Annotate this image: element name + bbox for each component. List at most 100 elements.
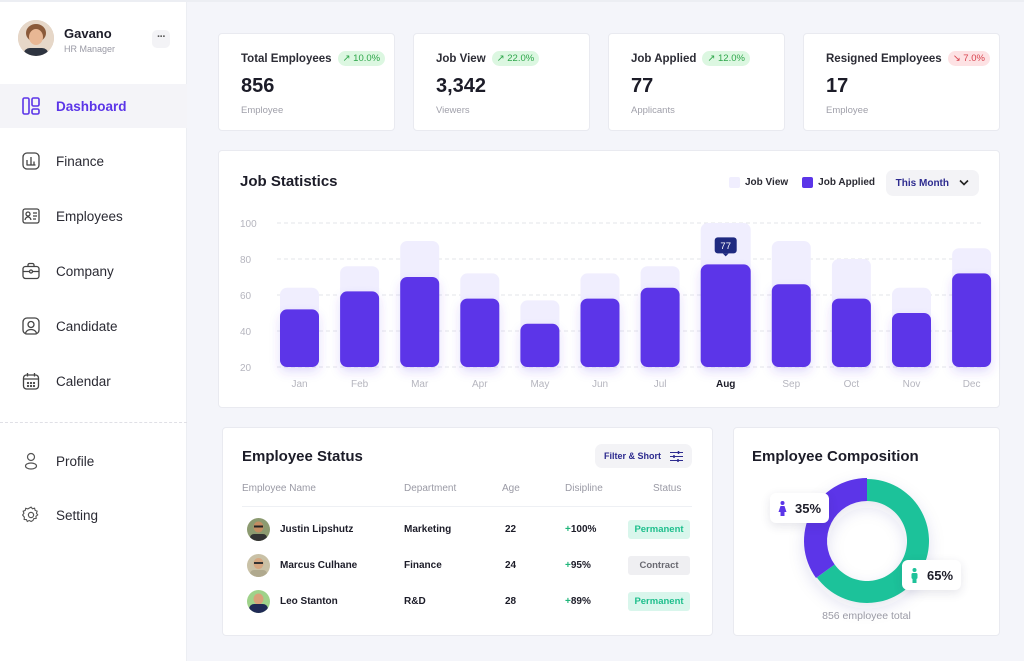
- more-options-button[interactable]: ···: [152, 30, 170, 48]
- sidebar-item-setting[interactable]: Setting: [0, 493, 187, 537]
- sidebar-item-dashboard[interactable]: Dashboard: [0, 84, 187, 128]
- avatar: [247, 554, 270, 577]
- trend-badge: ↗ 10.0%: [337, 51, 386, 66]
- sidebar-item-candidate[interactable]: Candidate: [0, 304, 187, 348]
- bar-job-applied: [340, 291, 380, 367]
- bar-job-applied: [640, 287, 680, 367]
- employee-name: Justin Lipshutz: [280, 524, 354, 535]
- stat-card-job-applied: Job Applied ↗ 12.0% 77 Applicants: [608, 33, 785, 131]
- table-row[interactable]: Marcus Culhane Finance 24 +95% Contract: [223, 552, 712, 580]
- stat-card-job-view: Job View ↗ 22.0% 3,342 Viewers: [413, 33, 590, 131]
- column-header-department[interactable]: Department: [404, 483, 456, 494]
- sidebar-item-label: Employees: [56, 208, 123, 224]
- sidebar-item-label: Profile: [56, 453, 95, 469]
- stat-value: 17: [826, 75, 849, 97]
- female-percentage-label: 35%: [770, 493, 830, 523]
- bar-job-applied: [831, 298, 871, 367]
- column-header-name[interactable]: Employee Name: [242, 483, 316, 494]
- sidebar-item-label: Candidate: [56, 318, 118, 334]
- column-header-status[interactable]: Status: [653, 483, 681, 494]
- sidebar-item-label: Finance: [56, 153, 105, 169]
- column-header-age[interactable]: Age: [502, 483, 520, 494]
- sidebar: Gavano HR Manager ··· Dashboard Finance …: [0, 2, 187, 661]
- gear-icon: [21, 506, 40, 524]
- stat-subtitle: Employee: [826, 105, 869, 116]
- avatar: [247, 590, 270, 613]
- male-icon: [911, 567, 918, 583]
- stat-subtitle: Viewers: [436, 105, 470, 116]
- stat-card-total-employees: Total Employees ↗ 10.0% 856 Employee: [218, 33, 395, 131]
- job-statistics-chart: 20 40 60 80 100 Jan Feb Mar Apr May Jun Jul Aug 77 Sep…: [240, 219, 992, 390]
- employee-discipline: +100%: [565, 524, 597, 535]
- bar-job-applied: [520, 323, 560, 367]
- user-icon: [22, 452, 40, 470]
- table-row[interactable]: Leo Stanton R&D 28 +89% Permanent: [223, 588, 712, 616]
- stat-title: Resigned Employees: [826, 53, 942, 65]
- sidebar-item-employees[interactable]: Employees: [0, 194, 187, 238]
- dashboard-icon: [22, 97, 40, 115]
- stat-value: 856: [241, 75, 275, 97]
- section-title: Employee Status: [242, 448, 363, 465]
- status-badge: Contract: [628, 556, 690, 575]
- x-tick-label: Aug: [716, 379, 735, 390]
- user-profile[interactable]: Gavano HR Manager ···: [18, 20, 178, 62]
- x-tick-label: Apr: [472, 379, 488, 390]
- employee-name: Leo Stanton: [280, 596, 338, 607]
- bar-job-applied: [892, 313, 931, 367]
- male-percentage-label: 65%: [902, 560, 962, 590]
- employee-department: R&D: [404, 596, 426, 607]
- x-tick-label: Nov: [903, 379, 921, 390]
- table-row[interactable]: Justin Lipshutz Marketing 22 +100% Perma…: [223, 516, 712, 544]
- user-name: Gavano: [64, 26, 112, 41]
- x-tick-label: Jun: [592, 379, 608, 390]
- status-badge: Permanent: [628, 592, 690, 611]
- status-badge: Permanent: [628, 520, 690, 539]
- composition-donut-chart: [804, 478, 929, 603]
- bar-job-applied: [460, 298, 500, 367]
- sidebar-item-label: Company: [56, 263, 114, 279]
- calendar-icon: [22, 372, 40, 390]
- female-icon: [778, 500, 787, 516]
- avatar: [247, 518, 270, 541]
- employee-department: Finance: [404, 560, 442, 571]
- finance-chart-icon: [22, 152, 40, 170]
- avatar: [18, 20, 54, 56]
- sidebar-item-label: Calendar: [56, 373, 111, 389]
- sidebar-item-company[interactable]: Company: [0, 249, 187, 293]
- trend-up-icon: ↗: [342, 53, 354, 64]
- x-tick-label: Dec: [963, 379, 981, 390]
- stat-title: Job View: [436, 53, 486, 65]
- stat-value: 3,342: [436, 75, 487, 97]
- column-header-discipline[interactable]: Disipline: [565, 483, 603, 494]
- bar-job-applied: [580, 298, 620, 367]
- trend-badge: ↗ 12.0%: [702, 51, 750, 66]
- employee-name: Marcus Culhane: [280, 560, 358, 571]
- bar-job-applied: [280, 309, 319, 367]
- trend-badge: ↗ 22.0%: [491, 51, 540, 66]
- sidebar-item-profile[interactable]: Profile: [0, 439, 187, 483]
- table-header-divider: [242, 506, 692, 507]
- employee-department: Marketing: [404, 524, 452, 535]
- employee-age: 22: [505, 524, 517, 535]
- stat-subtitle: Applicants: [631, 105, 675, 116]
- x-tick-label: Oct: [844, 379, 860, 390]
- tooltip-value: 77: [720, 241, 731, 252]
- employee-discipline: +95%: [565, 560, 591, 571]
- stat-title: Total Employees: [241, 53, 332, 65]
- sidebar-item-label: Setting: [56, 507, 99, 523]
- employee-total-label: 856 employee total: [822, 610, 911, 622]
- trend-down-icon: ↘: [952, 53, 964, 64]
- trend-up-icon: ↗: [496, 53, 508, 64]
- job-statistics-card: Job Statistics Job View Job Applied This…: [218, 150, 1000, 408]
- briefcase-icon: [22, 262, 40, 280]
- sidebar-item-label: Dashboard: [56, 98, 127, 114]
- sidebar-item-finance[interactable]: Finance: [0, 139, 187, 183]
- y-tick-label: 40: [240, 327, 252, 338]
- sidebar-item-calendar[interactable]: Calendar: [0, 359, 187, 403]
- x-tick-label: Mar: [411, 379, 429, 390]
- y-tick-label: 60: [240, 291, 252, 302]
- sliders-icon: [670, 450, 683, 462]
- sidebar-divider: [0, 422, 187, 423]
- stat-value: 77: [631, 75, 654, 97]
- filter-sort-button[interactable]: Filter & Short: [594, 444, 692, 468]
